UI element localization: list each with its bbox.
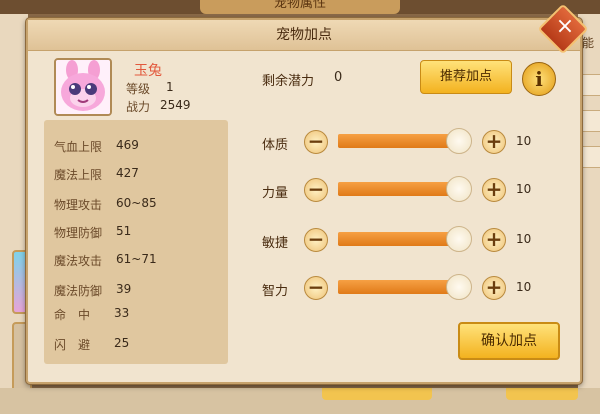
stat-value: 61~71 [116, 252, 157, 266]
background-button [506, 388, 578, 400]
rabbit-pet-icon [56, 60, 110, 114]
attribute-row: 力量 − + 10 [262, 176, 562, 206]
stat-label: 物理攻击 [54, 198, 103, 212]
stat-value: 39 [116, 282, 132, 296]
stat-label: 气血上限 [54, 140, 103, 154]
stat-value: 427 [116, 166, 139, 180]
confirm-points-button[interactable]: 确认加点 [458, 322, 560, 360]
background-button [322, 388, 432, 400]
attribute-value: 10 [516, 182, 532, 196]
stat-value: 60~85 [116, 196, 157, 210]
plus-button[interactable]: + [482, 228, 506, 252]
attribute-name: 体质 [262, 138, 289, 153]
background-title: 宠物属性 [200, 0, 400, 14]
stat-value: 33 [114, 306, 130, 320]
stat-value: 469 [116, 138, 139, 152]
plus-button[interactable]: + [482, 178, 506, 202]
level-label: 等级 [126, 82, 151, 96]
attribute-row: 体质 − + 10 [262, 128, 562, 158]
stat-value: 25 [114, 336, 130, 350]
attribute-row: 敏捷 − + 10 [262, 226, 562, 256]
pet-avatar [54, 58, 112, 116]
stat-label: 魔法攻击 [54, 254, 103, 268]
stat-label: 魔法上限 [54, 168, 103, 182]
background-side-text: 能 [582, 36, 595, 50]
attribute-name: 敏捷 [262, 236, 289, 251]
slider-handle[interactable] [446, 128, 472, 154]
attribute-value: 10 [516, 280, 532, 294]
background-side-item [580, 74, 600, 96]
info-icon[interactable]: i [522, 62, 556, 96]
attribute-name: 智力 [262, 284, 289, 299]
stat-label: 魔法防御 [54, 284, 103, 298]
stats-panel: 气血上限 469 魔法上限 427 物理攻击 60~85 物理防御 51 魔法攻… [44, 120, 228, 364]
dialog-title: 宠物加点 [28, 20, 580, 51]
background-side-item [580, 146, 600, 168]
power-label: 战力 [126, 100, 151, 114]
minus-button[interactable]: − [304, 130, 328, 154]
level-value: 1 [166, 80, 174, 94]
minus-button[interactable]: − [304, 228, 328, 252]
slider-handle[interactable] [446, 176, 472, 202]
attribute-row: 智力 − + 10 [262, 274, 562, 304]
recommend-points-button[interactable]: 推荐加点 [420, 60, 512, 94]
plus-button[interactable]: + [482, 276, 506, 300]
potential-label: 剩余潜力 [262, 74, 315, 89]
attribute-name: 力量 [262, 186, 289, 201]
attribute-value: 10 [516, 232, 532, 246]
power-value: 2549 [160, 98, 191, 112]
background-side-item [580, 110, 600, 132]
slider-handle[interactable] [446, 274, 472, 300]
attribute-value: 10 [516, 134, 532, 148]
slider-handle[interactable] [446, 226, 472, 252]
stat-value: 51 [116, 224, 132, 238]
plus-button[interactable]: + [482, 130, 506, 154]
pet-name: 玉兔 [134, 63, 162, 79]
minus-button[interactable]: − [304, 276, 328, 300]
stat-label: 闪 避 [54, 338, 91, 352]
minus-button[interactable]: − [304, 178, 328, 202]
stat-label: 命 中 [54, 308, 91, 322]
potential-value: 0 [334, 70, 343, 85]
stat-label: 物理防御 [54, 226, 103, 240]
